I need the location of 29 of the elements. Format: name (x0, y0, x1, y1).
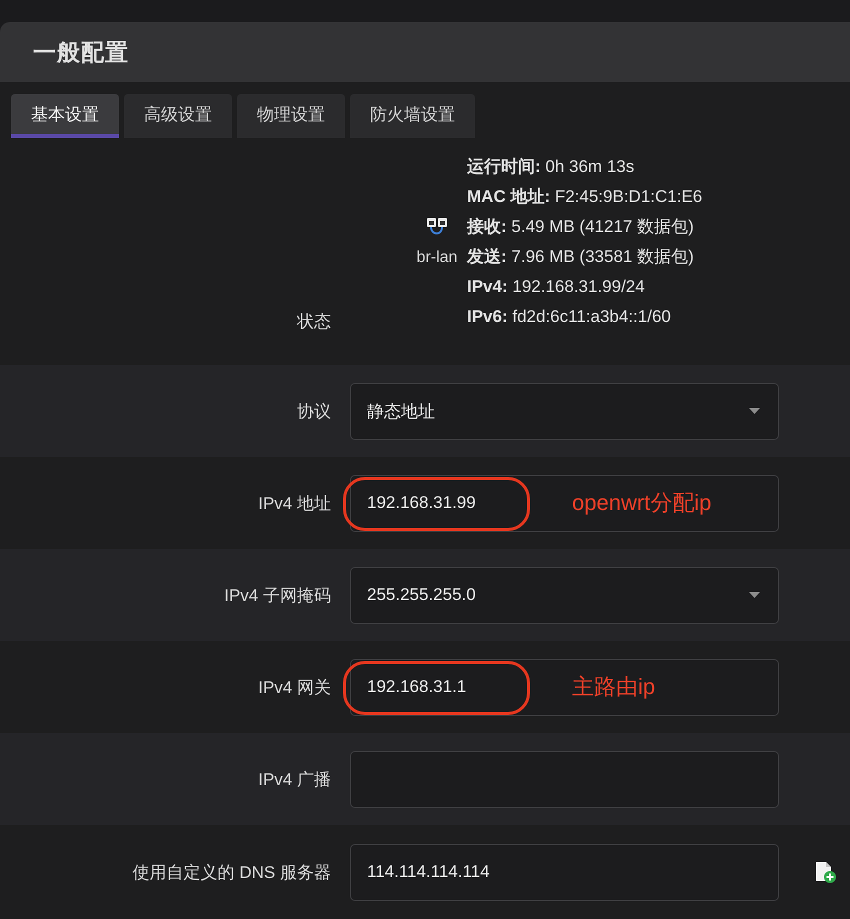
input-field[interactable]: 114.114.114.114 (350, 844, 779, 900)
status-line: 运行时间: 0h 36m 13s (467, 156, 636, 178)
status-line: 发送: 7.96 MB (33581 数据包) (467, 246, 695, 268)
field-label: 使用自定义的 DNS 服务器 (132, 862, 331, 884)
input-field[interactable] (350, 750, 779, 808)
section-title: 一般配置 (33, 38, 129, 66)
field-label: IPv4 网关 (257, 676, 331, 698)
status-line: MAC 地址: F2:45:9B:D1:C1:E6 (467, 186, 702, 208)
annotation-note: 主路由ip (572, 673, 656, 701)
caret-icon (749, 408, 760, 414)
tab[interactable]: 防火墙设置 (350, 94, 475, 138)
status-line: IPv4: 192.168.31.99/24 (467, 276, 646, 298)
status-label: 状态 (296, 311, 331, 333)
field-label: IPv4 地址 (257, 492, 331, 514)
select-field[interactable]: 静态地址 (350, 382, 779, 440)
tab[interactable]: 物理设置 (237, 94, 345, 138)
document-add-icon[interactable] (814, 861, 836, 883)
caret-icon (749, 592, 760, 598)
interface-name: br-lan (416, 248, 458, 266)
network-ports-icon (426, 216, 448, 236)
status-line: IPv6: fd2d:6c11:a3b4::1/60 (467, 306, 672, 328)
tab[interactable]: 高级设置 (124, 94, 232, 138)
field-label: 协议 (296, 400, 331, 422)
tab[interactable]: 基本设置 (11, 94, 119, 138)
field-label: IPv4 子网掩码 (223, 584, 331, 606)
status-line: 接收: 5.49 MB (41217 数据包) (467, 216, 695, 238)
annotation-note: openwrt分配ip (572, 489, 712, 517)
field-label: IPv4 广播 (257, 768, 331, 790)
select-field[interactable]: 255.255.255.0 (350, 566, 779, 624)
